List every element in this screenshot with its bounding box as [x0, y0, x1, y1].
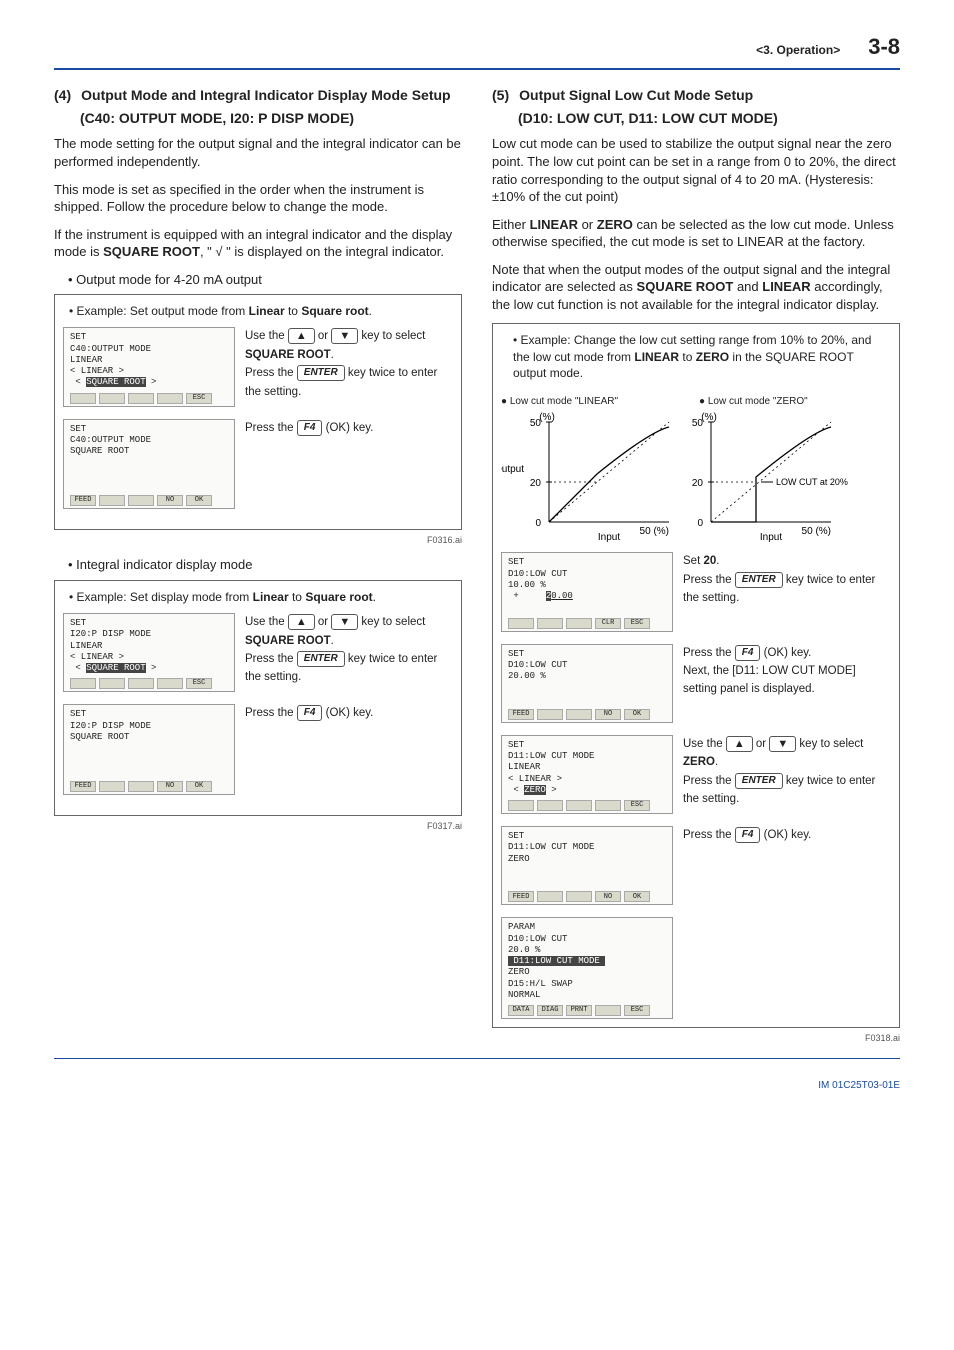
figure-code: F0317.ai [54, 820, 462, 832]
down-key-icon: ▼ [331, 328, 358, 344]
svg-text:Input: Input [598, 532, 620, 543]
example-title: • Example: Set display mode from Linear … [69, 589, 453, 605]
enter-key-icon: ENTER [735, 572, 783, 588]
svg-text:(%): (%) [539, 412, 555, 423]
up-key-icon: ▲ [726, 736, 753, 752]
instruction-text: Use the ▲ or ▼ key to select SQUARE ROOT… [245, 613, 453, 687]
footer-rule [54, 1058, 900, 1059]
lcd-panel: SET I20:P DISP MODE SQUARE ROOT FEEDNOOK [63, 704, 235, 795]
instruction-text: Use the ▲ or ▼ key to select ZERO. Press… [683, 735, 891, 809]
svg-text:20: 20 [530, 478, 542, 489]
section-title: Output Mode and Integral Indicator Displ… [81, 86, 450, 105]
figure-code: F0316.ai [54, 534, 462, 546]
enter-key-icon: ENTER [297, 365, 345, 381]
f4-key-icon: F4 [297, 420, 323, 436]
chapter-label: <3. Operation> [756, 42, 840, 58]
figure-f0317: • Example: Set display mode from Linear … [54, 580, 462, 816]
down-key-icon: ▼ [769, 736, 796, 752]
graph-linear-label: ● Low cut mode "LINEAR" [501, 395, 693, 409]
paragraph: This mode is set as specified in the ord… [54, 181, 462, 216]
header-rule [54, 68, 900, 70]
bullet-display-mode: • Integral indicator display mode [68, 556, 462, 574]
left-column: (4) Output Mode and Integral Indicator D… [54, 86, 462, 1055]
instruction-text: Press the F4 (OK) key. [245, 704, 453, 722]
svg-text:20: 20 [692, 478, 704, 489]
enter-key-icon: ENTER [735, 773, 783, 789]
svg-text:Output: Output [501, 464, 524, 475]
lcd-panel: SET C40:OUTPUT MODE LINEAR < LINEAR > < … [63, 327, 235, 406]
document-footer: IM 01C25T03-01E [54, 1079, 900, 1093]
lcd-panel: SET I20:P DISP MODE LINEAR < LINEAR > < … [63, 613, 235, 692]
f4-key-icon: F4 [735, 645, 761, 661]
paragraph: Note that when the output modes of the o… [492, 261, 900, 314]
lcd-panel: SET D10:LOW CUT 10.00 % + 20.00 CLRESC [501, 552, 673, 631]
paragraph: Low cut mode can be used to stabilize th… [492, 135, 900, 205]
low-cut-graphs: 50 20 0 (%) Output Input 50 (%) 50 20 0 … [501, 412, 881, 552]
svg-text:0: 0 [535, 518, 541, 529]
svg-text:0: 0 [697, 518, 703, 529]
down-key-icon: ▼ [331, 614, 358, 630]
section-number: (4) [54, 86, 71, 105]
up-key-icon: ▲ [288, 614, 315, 630]
paragraph: If the instrument is equipped with an in… [54, 226, 462, 261]
section-number: (5) [492, 86, 509, 105]
enter-key-icon: ENTER [297, 651, 345, 667]
instruction-text: Use the ▲ or ▼ key to select SQUARE ROOT… [245, 327, 453, 401]
lcd-panel: SET D11:LOW CUT MODE LINEAR < LINEAR > <… [501, 735, 673, 814]
svg-text:Input: Input [760, 532, 782, 543]
up-key-icon: ▲ [288, 328, 315, 344]
right-column: (5) Output Signal Low Cut Mode Setup (D1… [492, 86, 900, 1055]
instruction-text: Set 20. Press the ENTER key twice to ent… [683, 552, 891, 607]
columns: (4) Output Mode and Integral Indicator D… [54, 86, 900, 1055]
example-title: • Example: Change the low cut setting ra… [507, 332, 891, 387]
section-4-subheading: (C40: OUTPUT MODE, I20: P DISP MODE) [80, 109, 462, 128]
graph-zero-label: ● Low cut mode "ZERO" [699, 395, 891, 409]
instruction-text: Press the F4 (OK) key. [245, 419, 453, 437]
section-4-heading: (4) Output Mode and Integral Indicator D… [54, 86, 462, 105]
instruction-text: Press the F4 (OK) key. Next, the [D11: L… [683, 644, 891, 699]
page-number: 3-8 [868, 32, 900, 62]
lcd-panel: PARAM D10:LOW CUT 20.0 % D11:LOW CUT MOD… [501, 917, 673, 1019]
svg-text:50 (%): 50 (%) [802, 526, 831, 537]
f4-key-icon: F4 [735, 827, 761, 843]
example-title: • Example: Set output mode from Linear t… [69, 303, 453, 319]
figure-f0316: • Example: Set output mode from Linear t… [54, 294, 462, 530]
lcd-panel: SET D10:LOW CUT 20.00 % FEEDNOOK [501, 644, 673, 723]
svg-text:50 (%): 50 (%) [640, 526, 669, 537]
page-header: <3. Operation> 3-8 [54, 32, 900, 62]
paragraph: Either LINEAR or ZERO can be selected as… [492, 216, 900, 251]
paragraph: The mode setting for the output signal a… [54, 135, 462, 170]
f4-key-icon: F4 [297, 705, 323, 721]
svg-text:(%): (%) [701, 412, 717, 423]
svg-text:LOW CUT at 20%: LOW CUT at 20% [776, 477, 848, 487]
bullet-output-mode: • Output mode for 4-20 mA output [68, 271, 462, 289]
lcd-panel: SET C40:OUTPUT MODE SQUARE ROOT FEEDNOOK [63, 419, 235, 510]
section-5-subheading: (D10: LOW CUT, D11: LOW CUT MODE) [518, 109, 900, 128]
lcd-panel: SET D11:LOW CUT MODE ZERO FEEDNOOK [501, 826, 673, 905]
section-title: Output Signal Low Cut Mode Setup [519, 86, 753, 105]
section-5-heading: (5) Output Signal Low Cut Mode Setup [492, 86, 900, 105]
figure-f0318: • Example: Change the low cut setting ra… [492, 323, 900, 1028]
figure-code: F0318.ai [492, 1032, 900, 1044]
instruction-text: Press the F4 (OK) key. [683, 826, 891, 844]
